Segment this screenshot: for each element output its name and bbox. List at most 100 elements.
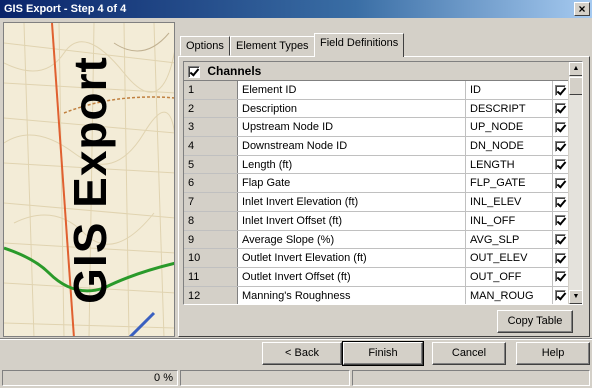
element-field-name: Flap Gate [238, 174, 466, 193]
element-field-name: Inlet Invert Offset (ft) [238, 211, 466, 230]
tab-element-types[interactable]: Element Types [230, 36, 315, 56]
gis-field-name-input[interactable]: INL_OFF [466, 211, 553, 230]
footer-separator [0, 338, 592, 340]
element-field-name: Manning's Roughness [238, 286, 466, 304]
element-field-name: Outlet Invert Offset (ft) [238, 267, 466, 286]
element-field-name: Description [238, 99, 466, 118]
title-bar: GIS Export - Step 4 of 4 × [0, 0, 592, 18]
triangle-up-icon: ▲ [572, 65, 580, 72]
scroll-thumb[interactable] [569, 77, 582, 95]
gis-field-name-input[interactable]: DESCRIPT [466, 99, 553, 118]
export-checkbox-cell[interactable] [553, 81, 569, 99]
gis-field-name-input[interactable]: AVG_SLP [466, 230, 553, 249]
export-checkbox[interactable] [555, 215, 566, 227]
gis-field-name-input[interactable]: DN_NODE [466, 137, 553, 155]
copy-table-button[interactable]: Copy Table [497, 310, 573, 333]
export-checkbox[interactable] [555, 271, 566, 283]
export-checkbox-cell[interactable] [553, 268, 569, 286]
row-number: 11 [184, 267, 238, 286]
group-checkbox[interactable] [188, 65, 200, 78]
export-checkbox-cell[interactable] [553, 193, 569, 211]
gis-field-name-input[interactable]: INL_ELEV [466, 193, 553, 211]
row-number: 12 [184, 286, 238, 304]
export-checkbox-cell[interactable] [553, 231, 569, 249]
row-number: 4 [184, 137, 238, 155]
table-row[interactable]: 7 Inlet Invert Elevation (ft) INL_ELEV [184, 193, 569, 212]
scroll-up-button[interactable]: ▲ [569, 62, 582, 76]
tab-field-definitions[interactable]: Field Definitions [314, 33, 405, 57]
scroll-down-button[interactable]: ▼ [569, 290, 582, 304]
table-row[interactable]: 5 Length (ft) LENGTH [184, 155, 569, 175]
row-number: 2 [184, 99, 238, 118]
grid-rows: 1 Element ID ID 2 Description DESCRIPT 3 Upstre… [184, 81, 569, 304]
field-grid: Channels 1 Element ID ID 2 Description DESCRI… [183, 61, 583, 305]
table-row[interactable]: 12 Manning's Roughness MAN_ROUG [184, 286, 569, 304]
progress-pane: 0 % [2, 370, 178, 386]
export-checkbox-cell[interactable] [553, 174, 569, 192]
table-row[interactable]: 8 Inlet Invert Offset (ft) INL_OFF [184, 211, 569, 231]
export-checkbox[interactable] [555, 252, 566, 264]
export-checkbox-cell[interactable] [553, 249, 569, 267]
gis-field-name-input[interactable]: UP_NODE [466, 118, 553, 137]
element-field-name: Outlet Invert Elevation (ft) [238, 249, 466, 267]
group-label: Channels [207, 64, 262, 78]
triangle-down-icon: ▼ [572, 293, 580, 300]
row-number: 9 [184, 230, 238, 249]
export-checkbox-cell[interactable] [553, 137, 569, 155]
export-checkbox[interactable] [555, 290, 566, 302]
table-row[interactable]: 6 Flap Gate FLP_GATE [184, 174, 569, 194]
cancel-button[interactable]: Cancel [432, 342, 506, 365]
gis-field-name-input[interactable]: OUT_OFF [466, 267, 553, 286]
element-field-name: Average Slope (%) [238, 230, 466, 249]
close-button[interactable]: × [574, 2, 590, 16]
export-checkbox[interactable] [555, 159, 566, 171]
row-number: 7 [184, 193, 238, 211]
help-button[interactable]: Help [516, 342, 590, 365]
export-checkbox-cell[interactable] [553, 212, 569, 230]
table-row[interactable]: 3 Upstream Node ID UP_NODE [184, 118, 569, 138]
grid-vertical-scrollbar[interactable]: ▲ ▼ [568, 62, 582, 304]
table-row[interactable]: 10 Outlet Invert Elevation (ft) OUT_ELEV [184, 249, 569, 268]
row-number: 10 [184, 249, 238, 267]
export-checkbox-cell[interactable] [553, 100, 569, 118]
element-field-name: Element ID [238, 81, 466, 99]
progress-text: 0 % [154, 372, 173, 384]
status-bar: 0 % [0, 370, 592, 388]
status-pane-right [352, 370, 590, 386]
element-field-name: Inlet Invert Elevation (ft) [238, 193, 466, 211]
status-pane-middle [180, 370, 350, 386]
gis-field-name-input[interactable]: MAN_ROUG [466, 286, 553, 304]
row-number: 1 [184, 81, 238, 99]
gis-field-name-input[interactable]: OUT_ELEV [466, 249, 553, 267]
finish-button[interactable]: Finish [342, 341, 424, 366]
table-row[interactable]: 4 Downstream Node ID DN_NODE [184, 137, 569, 156]
export-checkbox[interactable] [555, 196, 566, 208]
export-checkbox[interactable] [555, 234, 566, 246]
export-checkbox-cell[interactable] [553, 118, 569, 136]
table-row[interactable]: 1 Element ID ID [184, 81, 569, 100]
export-checkbox-cell[interactable] [553, 156, 569, 174]
gis-field-name-input[interactable]: LENGTH [466, 155, 553, 174]
group-header-channels: Channels [184, 62, 569, 81]
close-icon: × [578, 2, 586, 16]
gis-field-name-input[interactable]: ID [466, 81, 553, 99]
map-banner-image: GIS Export [3, 22, 175, 337]
row-number: 3 [184, 118, 238, 137]
table-row[interactable]: 9 Average Slope (%) AVG_SLP [184, 230, 569, 250]
export-checkbox[interactable] [555, 103, 566, 115]
table-row[interactable]: 11 Outlet Invert Offset (ft) OUT_OFF [184, 267, 569, 287]
export-checkbox[interactable] [555, 84, 566, 96]
back-button[interactable]: < Back [262, 342, 342, 365]
gis-field-name-input[interactable]: FLP_GATE [466, 174, 553, 193]
row-number: 6 [184, 174, 238, 193]
element-field-name: Downstream Node ID [238, 137, 466, 155]
table-row[interactable]: 2 Description DESCRIPT [184, 99, 569, 119]
row-number: 8 [184, 211, 238, 230]
export-checkbox-cell[interactable] [553, 287, 569, 304]
export-checkbox[interactable] [555, 121, 566, 133]
export-checkbox[interactable] [555, 178, 566, 190]
export-checkbox[interactable] [555, 140, 566, 152]
tab-options[interactable]: Options [180, 36, 230, 56]
element-field-name: Length (ft) [238, 155, 466, 174]
window-title: GIS Export - Step 4 of 4 [4, 3, 127, 15]
